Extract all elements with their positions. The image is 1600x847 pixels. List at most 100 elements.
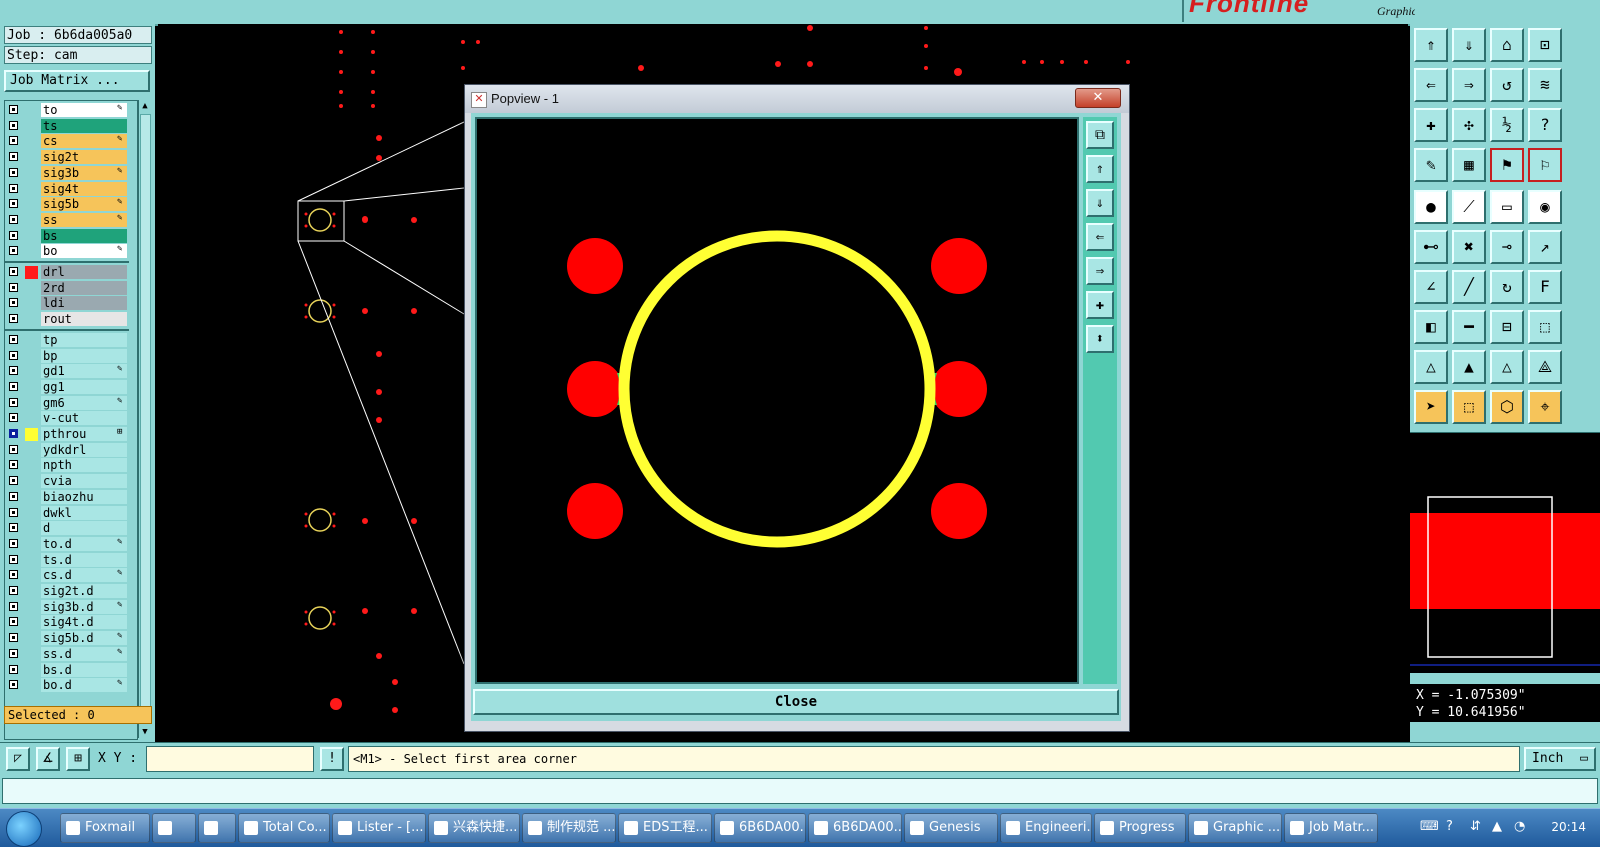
layer-row[interactable]: pthrou ⊞: [5, 427, 129, 442]
layer-checkbox[interactable]: [9, 282, 18, 292]
layer-checkbox[interactable]: [9, 350, 18, 360]
layer-row[interactable]: tp: [5, 332, 129, 348]
select-net-icon[interactable]: ⌖: [1528, 390, 1562, 424]
layer-checkbox[interactable]: [9, 429, 18, 438]
layer-row[interactable]: d: [5, 521, 129, 536]
layer-row[interactable]: bp: [5, 348, 129, 364]
layer-checkbox[interactable]: [9, 523, 18, 533]
layer-row[interactable]: cs.d ✎: [5, 568, 129, 583]
snap-mode-icon[interactable]: ⚑: [1490, 148, 1524, 182]
job-matrix-button[interactable]: Job Matrix ...: [4, 70, 150, 92]
taskbar-item[interactable]: [152, 813, 196, 843]
start-button[interactable]: [6, 811, 42, 847]
taskbar-item[interactable]: Job Matr...: [1284, 813, 1378, 843]
taskbar-item[interactable]: 6B6DA00...: [808, 813, 902, 843]
help-icon[interactable]: ?: [1446, 819, 1453, 834]
trace-icon[interactable]: ━: [1452, 310, 1486, 344]
edit-line-icon[interactable]: ∠: [1414, 270, 1448, 304]
layer-row[interactable]: ydkdrl: [5, 442, 129, 458]
window-close-button[interactable]: ✕: [1075, 88, 1121, 108]
polygon-up-icon[interactable]: ▲: [1452, 350, 1486, 384]
zoom-window-icon[interactable]: ⊡: [1528, 28, 1562, 62]
add-pad-icon[interactable]: ●: [1414, 190, 1448, 224]
connect-icon[interactable]: ⊷: [1414, 230, 1448, 264]
scroll-thumb[interactable]: [140, 114, 151, 708]
layer-checkbox[interactable]: [9, 444, 18, 454]
pan-left-icon[interactable]: ⇐: [1086, 223, 1114, 251]
layer-checkbox[interactable]: [9, 214, 18, 224]
units-select[interactable]: Inch ▭: [1524, 747, 1596, 771]
delete-feature-icon[interactable]: ✖: [1452, 230, 1486, 264]
layer-row[interactable]: 2rd: [5, 280, 129, 296]
layer-checkbox[interactable]: [9, 136, 18, 146]
layer-row[interactable]: ss ✎: [5, 212, 129, 228]
snap-angle-icon[interactable]: ∡: [36, 747, 60, 771]
taskbar-item[interactable]: 6B6DA00...: [714, 813, 806, 843]
layer-row[interactable]: bs: [5, 228, 129, 244]
layer-checkbox[interactable]: [9, 230, 18, 240]
scroll-up-icon[interactable]: ▲: [140, 100, 150, 112]
layer-row[interactable]: sig3b ✎: [5, 165, 129, 181]
layer-checkbox[interactable]: [9, 664, 18, 674]
pan-down-icon[interactable]: ⇓: [1086, 189, 1114, 217]
layer-row[interactable]: npth: [5, 458, 129, 473]
undo-zoom-icon[interactable]: ↺: [1490, 68, 1524, 102]
layer-row[interactable]: to ✎: [5, 103, 129, 118]
taskbar-item[interactable]: Foxmail: [60, 813, 150, 843]
layer-row[interactable]: bs.d: [5, 662, 129, 678]
overview-minimap[interactable]: [1410, 432, 1600, 673]
layer-row[interactable]: sig5b ✎: [5, 197, 129, 212]
layer-row[interactable]: bo.d ✎: [5, 678, 129, 693]
layer-checkbox[interactable]: [9, 617, 18, 627]
layer-checkbox[interactable]: [9, 314, 18, 324]
layer-row[interactable]: gm6 ✎: [5, 395, 129, 411]
add-line-icon[interactable]: ⟋: [1452, 190, 1486, 224]
taskbar-item[interactable]: Total Co...: [238, 813, 330, 843]
zoom-out-icon[interactable]: ⬍: [1086, 325, 1114, 353]
layer-row[interactable]: v-cut: [5, 411, 129, 426]
ruler-icon[interactable]: ▭: [1490, 190, 1524, 224]
layer-checkbox[interactable]: [9, 538, 18, 548]
pan-up-icon[interactable]: ⇑: [1086, 155, 1114, 183]
home-icon[interactable]: ⌂: [1490, 28, 1524, 62]
layer-row[interactable]: sig2t: [5, 150, 129, 165]
snap-off-icon[interactable]: ◸: [6, 747, 30, 771]
layer-checkbox[interactable]: [9, 586, 18, 595]
popview-titlebar[interactable]: ✕ Popview - 1 ✕: [465, 85, 1129, 113]
layer-checkbox[interactable]: [9, 601, 18, 611]
snap-points-icon[interactable]: ⚐: [1528, 148, 1562, 182]
browser-icon[interactable]: ◔: [1514, 819, 1525, 834]
pan-right-icon[interactable]: ⇒: [1452, 68, 1486, 102]
pan-left-icon[interactable]: ⇐: [1414, 68, 1448, 102]
help-icon[interactable]: ?: [1528, 108, 1562, 142]
taskbar-item[interactable]: [198, 813, 236, 843]
circle-select-icon[interactable]: ◉: [1528, 190, 1562, 224]
keyboard-icon[interactable]: ⌨: [1420, 819, 1439, 834]
pad-edit-icon[interactable]: ◧: [1414, 310, 1448, 344]
redraw-icon[interactable]: ≋: [1528, 68, 1562, 102]
pan-right-icon[interactable]: ⇒: [1086, 257, 1114, 285]
layer-row[interactable]: ldi: [5, 296, 129, 311]
stretch-icon[interactable]: ↗: [1528, 230, 1562, 264]
layer-checkbox[interactable]: [9, 680, 18, 690]
grid-icon[interactable]: ▦: [1452, 148, 1486, 182]
layer-scrollbar[interactable]: ▲ ▼: [138, 100, 151, 738]
layer-checkbox[interactable]: [9, 298, 18, 308]
layer-row[interactable]: sig4t.d: [5, 615, 129, 630]
shapes-icon[interactable]: ⬚: [1528, 310, 1562, 344]
layer-checkbox[interactable]: [9, 413, 18, 423]
taskbar-item[interactable]: 兴森快捷...: [428, 813, 520, 843]
taskbar-item[interactable]: Graphic ...: [1188, 813, 1282, 843]
polygon-icon[interactable]: △: [1414, 350, 1448, 384]
layer-checkbox[interactable]: [9, 554, 18, 564]
taskbar-item[interactable]: Genesis: [904, 813, 998, 843]
layer-row[interactable]: to.d ✎: [5, 536, 129, 552]
layer-checkbox[interactable]: [9, 648, 18, 658]
layer-checkbox[interactable]: [9, 183, 18, 193]
draw-line-icon[interactable]: ╱: [1452, 270, 1486, 304]
zoom-in-icon[interactable]: ✚: [1086, 291, 1114, 319]
tray-expand-icon[interactable]: ▲: [1492, 819, 1502, 834]
arc-icon[interactable]: ↻: [1490, 270, 1524, 304]
measure-tool-icon[interactable]: ✎: [1414, 148, 1448, 182]
layer-row[interactable]: ts.d: [5, 552, 129, 568]
